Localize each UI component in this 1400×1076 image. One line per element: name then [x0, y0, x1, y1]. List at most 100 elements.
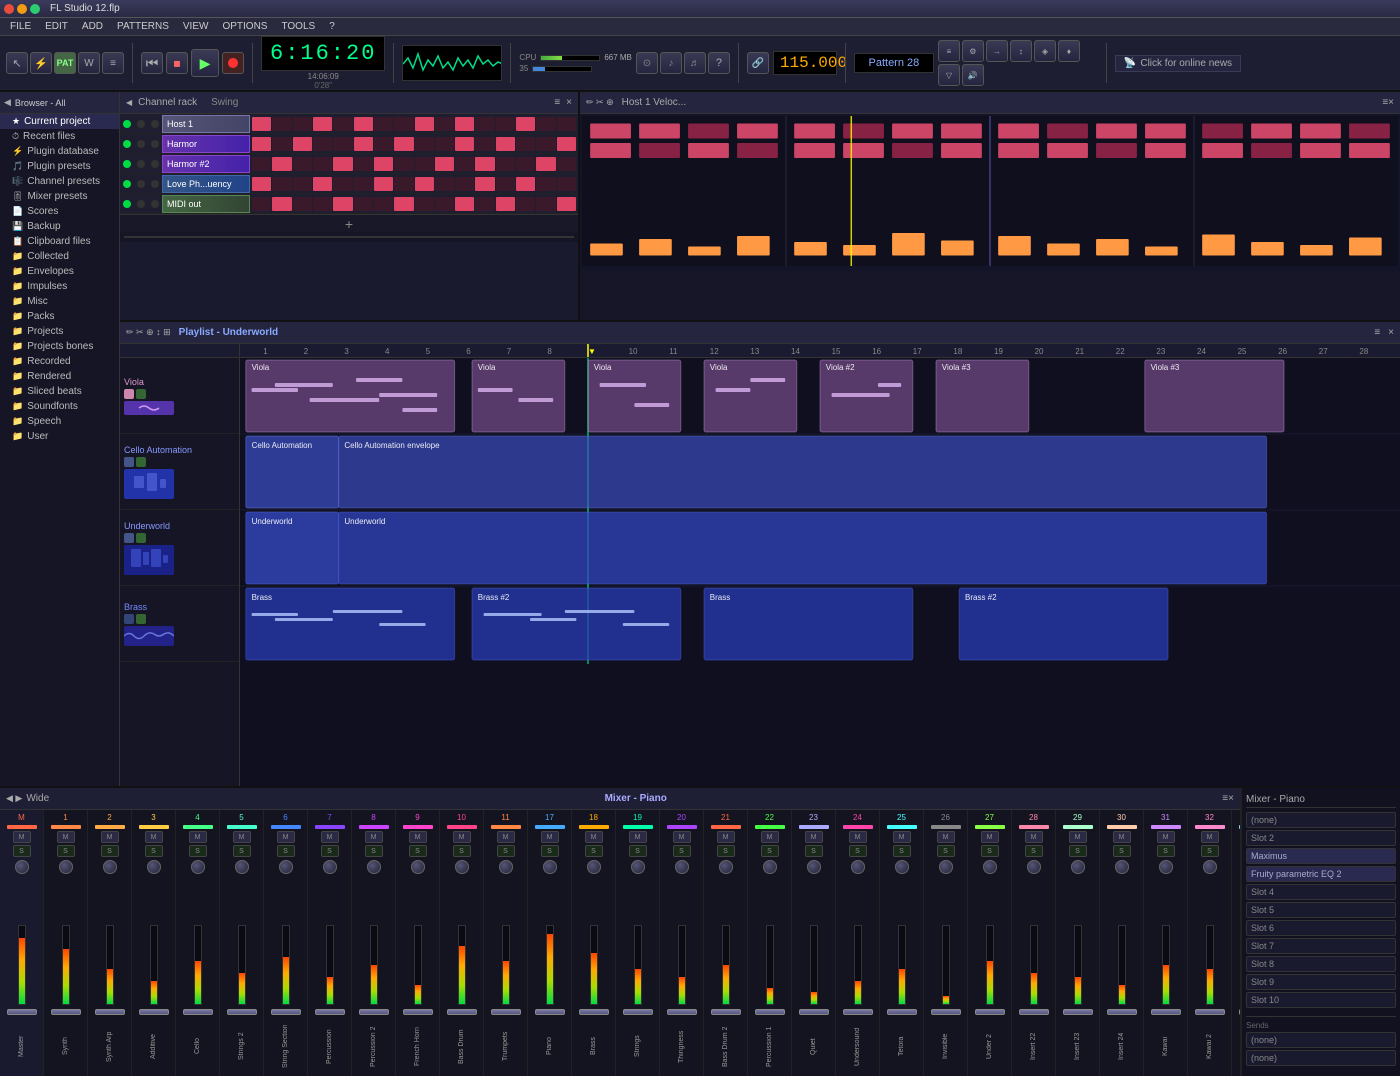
step-5[interactable] — [354, 157, 373, 171]
mx-pan-10[interactable] — [455, 860, 469, 874]
step-9[interactable] — [435, 157, 454, 171]
step-2[interactable] — [293, 137, 312, 151]
mx-mute-0[interactable]: M — [13, 831, 31, 843]
mx-solo-24[interactable]: S — [1069, 845, 1087, 857]
mx-solo-20[interactable]: S — [893, 845, 911, 857]
mx-mute-22[interactable]: M — [981, 831, 999, 843]
step-8[interactable] — [415, 177, 434, 191]
mx-fader-15[interactable] — [667, 1009, 697, 1015]
mixer-slot-5[interactable]: Slot 5 — [1246, 902, 1396, 918]
step-13[interactable] — [516, 137, 535, 151]
mixer-slot-10[interactable]: Slot 10 — [1246, 992, 1396, 1008]
step-15[interactable] — [557, 197, 576, 211]
mx-solo-21[interactable]: S — [937, 845, 955, 857]
step-11[interactable] — [475, 177, 494, 191]
mx-fader-22[interactable] — [975, 1009, 1005, 1015]
step-4[interactable] — [333, 117, 352, 131]
mx-solo-2[interactable]: S — [101, 845, 119, 857]
step-11[interactable] — [475, 117, 494, 131]
mx-pan-20[interactable] — [895, 860, 909, 874]
channel-led-mute[interactable] — [137, 160, 145, 168]
browser-item-packs[interactable]: 📁Packs — [0, 309, 119, 324]
mixer-btn-2[interactable]: ⚙ — [962, 40, 984, 62]
rewind-btn[interactable]: ⏮ — [141, 52, 163, 74]
tool-btn-4[interactable]: ≡ — [102, 52, 124, 74]
step-4[interactable] — [333, 137, 352, 151]
ch-prev-btn[interactable]: ◀ — [126, 98, 132, 107]
mx-pan-27[interactable] — [1203, 860, 1217, 874]
channel-led-mute[interactable] — [137, 120, 145, 128]
step-2[interactable] — [293, 157, 312, 171]
step-9[interactable] — [435, 117, 454, 131]
browser-item-current-project[interactable]: ★Current project — [0, 114, 119, 129]
step-6[interactable] — [374, 177, 393, 191]
step-2[interactable] — [293, 197, 312, 211]
step-9[interactable] — [435, 177, 454, 191]
step-5[interactable] — [354, 177, 373, 191]
menu-add[interactable]: ADD — [76, 20, 109, 33]
step-14[interactable] — [536, 157, 555, 171]
step-2[interactable] — [293, 177, 312, 191]
mixer-btn-5[interactable]: ◈ — [1034, 40, 1056, 62]
menu-help[interactable]: ? — [323, 20, 341, 33]
mx-solo-4[interactable]: S — [189, 845, 207, 857]
mx-mute-10[interactable]: M — [453, 831, 471, 843]
step-13[interactable] — [516, 177, 535, 191]
track-solo-cello[interactable] — [136, 457, 146, 467]
mixer-slot-7[interactable]: Slot 7 — [1246, 938, 1396, 954]
mx-solo-7[interactable]: S — [321, 845, 339, 857]
mx-pan-25[interactable] — [1115, 860, 1129, 874]
step-14[interactable] — [536, 117, 555, 131]
step-12[interactable] — [496, 117, 515, 131]
mixer-btn-4[interactable]: ↕ — [1010, 40, 1032, 62]
step-8[interactable] — [415, 157, 434, 171]
mx-solo-11[interactable]: S — [497, 845, 515, 857]
mx-fader-26[interactable] — [1151, 1009, 1181, 1015]
mixer-slot-3[interactable]: Fruity parametric EQ 2 — [1246, 866, 1396, 882]
channel-led-solo[interactable] — [151, 200, 159, 208]
maximize-button[interactable] — [30, 4, 40, 14]
mx-solo-17[interactable]: S — [761, 845, 779, 857]
mx-pan-24[interactable] — [1071, 860, 1085, 874]
pl-menu-btn[interactable]: ≡ — [1374, 327, 1380, 338]
step-13[interactable] — [516, 197, 535, 211]
step-11[interactable] — [475, 197, 494, 211]
menu-patterns[interactable]: PATTERNS — [111, 20, 175, 33]
mx-mute-14[interactable]: M — [629, 831, 647, 843]
step-1[interactable] — [272, 137, 291, 151]
mx-pan-23[interactable] — [1027, 860, 1041, 874]
channel-led-active[interactable] — [123, 200, 131, 208]
mixer-slot-6[interactable]: Slot 6 — [1246, 920, 1396, 936]
mx-pan-13[interactable] — [587, 860, 601, 874]
bpm-display[interactable]: 115.000 — [773, 51, 837, 75]
tool-btn-3[interactable]: W — [78, 52, 100, 74]
mx-fader-5[interactable] — [227, 1009, 257, 1015]
mx-pan-2[interactable] — [103, 860, 117, 874]
mx-mute-4[interactable]: M — [189, 831, 207, 843]
browser-item-speech[interactable]: 📁Speech — [0, 414, 119, 429]
step-11[interactable] — [475, 157, 494, 171]
mx-fader-12[interactable] — [535, 1009, 565, 1015]
mx-mute-8[interactable]: M — [365, 831, 383, 843]
help-icon-btn[interactable]: ? — [708, 52, 730, 74]
mx-solo-26[interactable]: S — [1157, 845, 1175, 857]
step-4[interactable] — [333, 177, 352, 191]
audio-btn[interactable]: ♪ — [660, 52, 682, 74]
step-10[interactable] — [455, 137, 474, 151]
step-7[interactable] — [394, 117, 413, 131]
mixer-btn-8[interactable]: 🔊 — [962, 64, 984, 86]
tool-btn-1[interactable]: ↖ — [6, 52, 28, 74]
step-11[interactable] — [475, 137, 494, 151]
menu-tools[interactable]: TOOLS — [275, 20, 321, 33]
step-4[interactable] — [333, 197, 352, 211]
browser-item-sliced-beats[interactable]: 📁Sliced beats — [0, 384, 119, 399]
browser-item-mixer-presets[interactable]: 🎚Mixer presets — [0, 189, 119, 204]
mixer-slot-8[interactable]: Slot 8 — [1246, 956, 1396, 972]
browser-item-projects-bones[interactable]: 📁Projects bones — [0, 339, 119, 354]
mx-pan-17[interactable] — [763, 860, 777, 874]
step-0[interactable] — [252, 157, 271, 171]
step-1[interactable] — [272, 177, 291, 191]
menu-options[interactable]: OPTIONS — [216, 20, 273, 33]
pr-tools[interactable]: ✏ ✂ ⊕ — [586, 97, 614, 108]
mx-mute-17[interactable]: M — [761, 831, 779, 843]
